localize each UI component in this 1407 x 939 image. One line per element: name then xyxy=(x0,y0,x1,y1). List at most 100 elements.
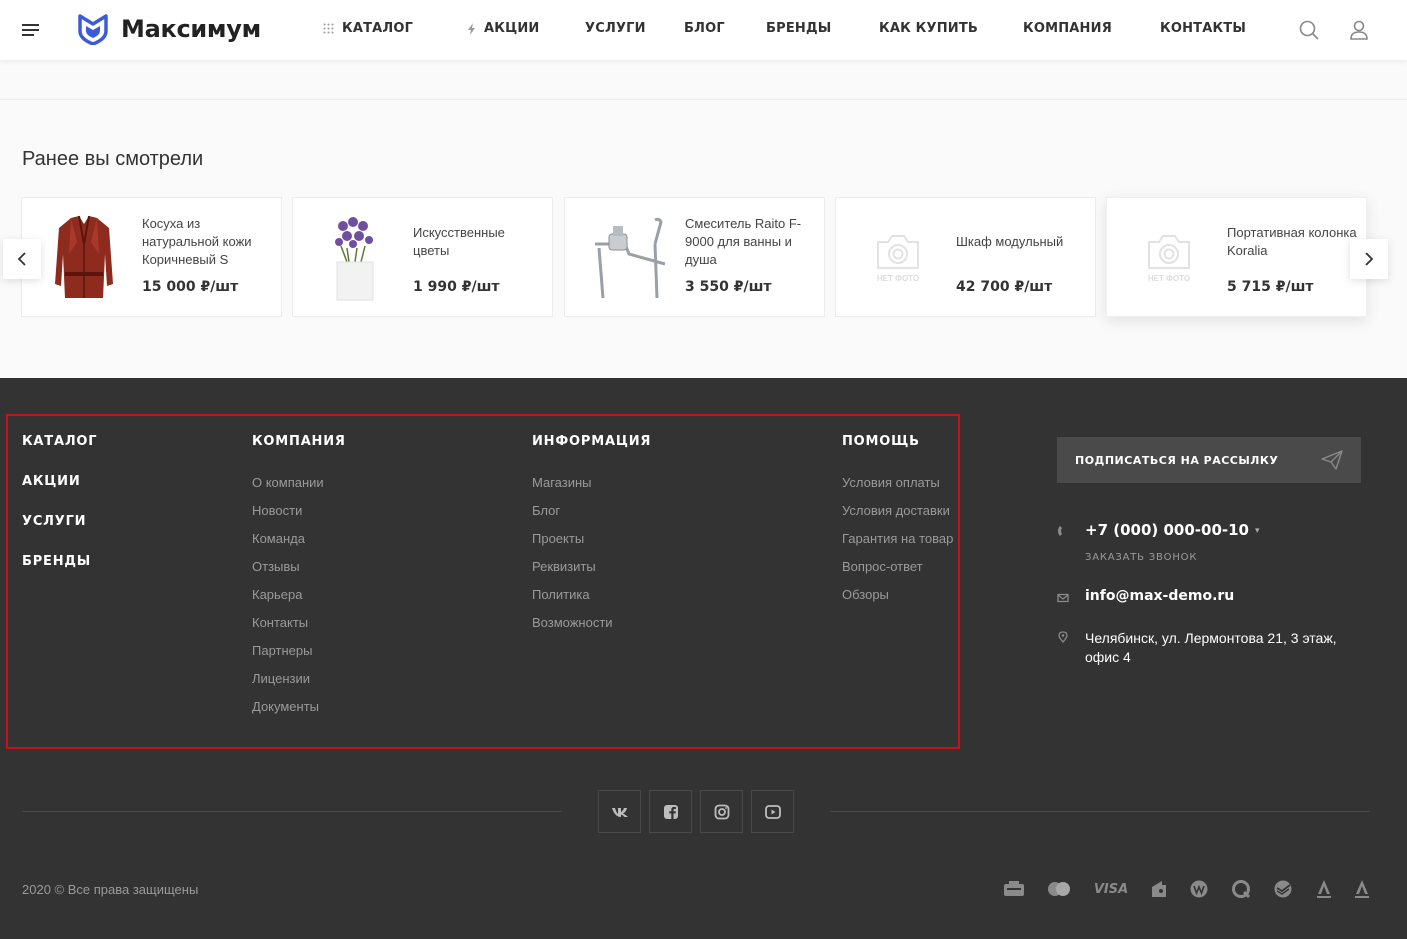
product-card[interactable]: НЕТ ФОТО Портативная колонка Koralia 5 7… xyxy=(1106,197,1367,317)
paper-plane-icon xyxy=(1321,450,1343,470)
product-name[interactable]: Портативная колонка Koralia xyxy=(1227,224,1357,260)
footer-help-heading[interactable]: ПОМОЩЬ xyxy=(842,434,920,449)
subscribe-label: ПОДПИСАТЬСЯ НА РАССЫЛКУ xyxy=(1075,453,1279,467)
footer-link[interactable]: Гарантия на товар xyxy=(842,531,953,546)
nav-catalog-label: КАТАЛОГ xyxy=(342,21,414,36)
nav-brands-label: БРЕНДЫ xyxy=(766,21,832,36)
product-price: 15 000 ₽/шт xyxy=(142,279,239,295)
footer-link[interactable]: Партнеры xyxy=(252,643,312,658)
footer-link[interactable]: Условия доставки xyxy=(842,503,950,518)
footer-services-link[interactable]: УСЛУГИ xyxy=(22,514,86,529)
email-link[interactable]: info@max-demo.ru xyxy=(1085,588,1234,604)
nav-contacts[interactable]: КОНТАКТЫ xyxy=(1160,21,1246,36)
footer-link[interactable]: Карьера xyxy=(252,587,303,602)
subscribe-button[interactable]: ПОДПИСАТЬСЯ НА РАССЫЛКУ xyxy=(1057,437,1361,483)
product-image-flowers[interactable] xyxy=(309,212,401,304)
product-card[interactable]: Искусственные цветы 1 990 ₽/шт xyxy=(292,197,553,317)
no-photo-placeholder[interactable]: НЕТ ФОТО xyxy=(1123,212,1215,304)
footer-link[interactable]: Вопрос-ответ xyxy=(842,559,923,574)
lightning-icon xyxy=(467,22,476,35)
alfa-bank-icon xyxy=(1314,878,1334,900)
no-photo-label: НЕТ ФОТО xyxy=(876,273,920,283)
footer-catalog-link[interactable]: КАТАЛОГ xyxy=(22,434,97,449)
visa-icon: VISA xyxy=(1094,878,1128,900)
chevron-down-icon[interactable]: ▾ xyxy=(1255,526,1260,536)
webmoney-icon xyxy=(1188,878,1210,900)
product-card[interactable]: Смеситель Raito F-9000 для ванны и душа … xyxy=(564,197,825,317)
visa-text: VISA xyxy=(1093,881,1129,897)
yandex-money-icon xyxy=(1149,878,1169,900)
footer-link[interactable]: Магазины xyxy=(532,475,592,490)
vk-icon[interactable] xyxy=(598,790,641,833)
youtube-icon[interactable] xyxy=(751,790,794,833)
phone-number[interactable]: +7 (000) 000-00-10 ▾ xyxy=(1085,521,1260,539)
footer-link[interactable]: Документы xyxy=(252,699,319,714)
phone-text: +7 (000) 000-00-10 xyxy=(1085,521,1249,539)
qiwi-icon xyxy=(1230,878,1252,900)
location-pin-icon xyxy=(1058,631,1068,643)
content-top-strip xyxy=(0,60,1407,100)
logo-text: Максимум xyxy=(121,15,261,43)
footer-link[interactable]: Условия оплаты xyxy=(842,475,940,490)
footer-link[interactable]: Реквизиты xyxy=(532,559,596,574)
footer-link[interactable]: Контакты xyxy=(252,615,308,630)
facebook-icon[interactable] xyxy=(649,790,692,833)
nav-blog-label: БЛОГ xyxy=(684,21,725,36)
header: Максимум КАТАЛОГ АКЦИИ УСЛУГИ БЛОГ БРЕНД… xyxy=(0,0,1407,60)
menu-icon[interactable] xyxy=(22,24,39,36)
no-photo-placeholder[interactable]: НЕТ ФОТО xyxy=(852,212,944,304)
search-icon[interactable] xyxy=(1298,19,1320,41)
user-icon[interactable] xyxy=(1348,19,1370,41)
camera-icon xyxy=(1148,234,1190,269)
instagram-icon[interactable] xyxy=(700,790,743,833)
nav-company[interactable]: КОМПАНИЯ xyxy=(1023,21,1112,36)
product-image-faucet[interactable] xyxy=(581,212,673,304)
phone-icon xyxy=(1058,526,1062,536)
footer-link[interactable]: Лицензии xyxy=(252,671,310,686)
chevron-left-icon xyxy=(18,252,26,266)
carousel-next-button[interactable] xyxy=(1350,239,1388,279)
product-image-jacket[interactable] xyxy=(38,212,130,304)
footer-info-heading[interactable]: ИНФОРМАЦИЯ xyxy=(532,434,651,449)
footer-link[interactable]: Проекты xyxy=(532,531,584,546)
chevron-right-icon xyxy=(1365,252,1373,266)
footer-link[interactable]: Обзоры xyxy=(842,587,889,602)
footer-link[interactable]: Команда xyxy=(252,531,305,546)
nav-how-to-buy[interactable]: КАК КУПИТЬ xyxy=(879,21,978,36)
product-name[interactable]: Искусственные цветы xyxy=(413,224,543,260)
product-card[interactable]: Косуха из натуральной кожи Коричневый S … xyxy=(21,197,282,317)
carousel-prev-button[interactable] xyxy=(3,239,41,279)
footer-link[interactable]: Политика xyxy=(532,587,590,602)
product-price: 1 990 ₽/шт xyxy=(413,279,500,295)
no-photo-label: НЕТ ФОТО xyxy=(1147,273,1191,283)
nav-sales[interactable]: АКЦИИ xyxy=(467,21,540,36)
product-name[interactable]: Косуха из натуральной кожи Коричневый S xyxy=(142,215,272,269)
nav-catalog[interactable]: КАТАЛОГ xyxy=(323,21,413,36)
footer-link[interactable]: Отзывы xyxy=(252,559,300,574)
copyright: 2020 © Все права защищены xyxy=(22,882,199,897)
footer-link[interactable]: О компании xyxy=(252,475,324,490)
product-price: 5 715 ₽/шт xyxy=(1227,279,1314,295)
footer-divider xyxy=(830,811,1370,812)
logo-icon xyxy=(78,14,108,45)
footer-link[interactable]: Блог xyxy=(532,503,560,518)
footer-sales-link[interactable]: АКЦИИ xyxy=(22,474,81,489)
footer-company-heading[interactable]: КОМПАНИЯ xyxy=(252,434,346,449)
logo[interactable]: Максимум xyxy=(77,12,261,46)
nav-blog[interactable]: БЛОГ xyxy=(684,21,725,36)
card-icon xyxy=(1002,878,1026,900)
product-name[interactable]: Смеситель Raito F-9000 для ванны и душа xyxy=(685,215,815,269)
nav-how-to-buy-label: КАК КУПИТЬ xyxy=(879,21,979,36)
nav-services[interactable]: УСЛУГИ xyxy=(585,21,646,36)
footer-link[interactable]: Возможности xyxy=(532,615,613,630)
callback-link[interactable]: ЗАКАЗАТЬ ЗВОНОК xyxy=(1085,552,1197,563)
address: Челябинск, ул. Лермонтова 21, 3 этаж, оф… xyxy=(1085,630,1337,665)
mastercard-icon xyxy=(1045,878,1073,900)
product-name[interactable]: Шкаф модульный xyxy=(956,233,1086,251)
alfa-click-icon xyxy=(1352,878,1372,900)
nav-brands[interactable]: БРЕНДЫ xyxy=(766,21,831,36)
footer-brands-link[interactable]: БРЕНДЫ xyxy=(22,554,91,569)
footer-link[interactable]: Новости xyxy=(252,503,302,518)
nav-services-label: УСЛУГИ xyxy=(585,21,646,36)
product-card[interactable]: НЕТ ФОТО Шкаф модульный 42 700 ₽/шт xyxy=(835,197,1096,317)
